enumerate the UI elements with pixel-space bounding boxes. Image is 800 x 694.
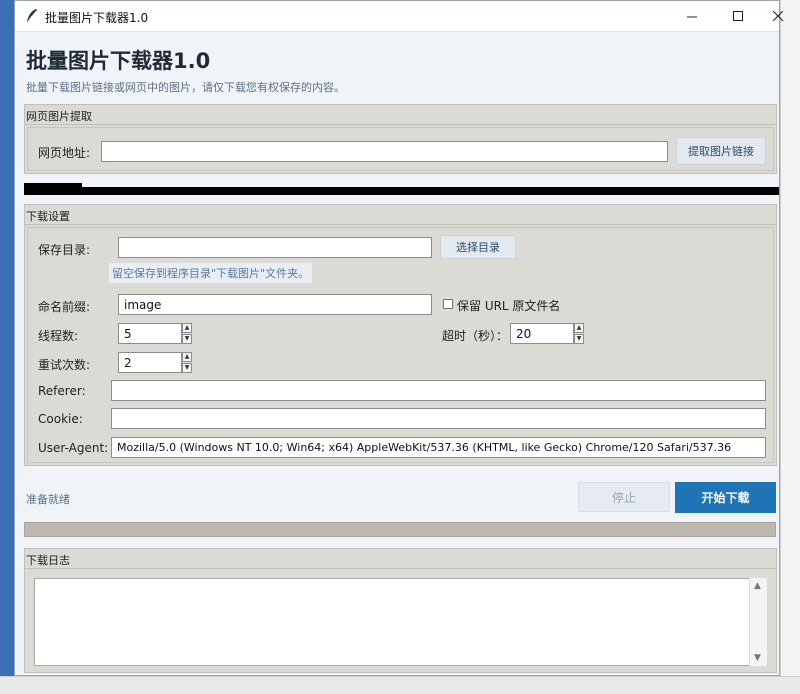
user-agent-input[interactable] — [111, 437, 766, 458]
maximize-icon — [732, 10, 743, 21]
minimize-icon — [686, 16, 697, 17]
extract-links-button[interactable]: 提取图片链接 — [676, 137, 766, 165]
stepper-up-icon: ▲ — [182, 323, 192, 333]
keep-name-label: 保留 URL 原文件名 — [457, 299, 561, 313]
stepper-up-icon: ▲ — [182, 352, 192, 362]
stepper-down-icon: ▼ — [182, 363, 192, 373]
url-label: 网页地址: — [38, 146, 91, 160]
prefix-input[interactable] — [118, 294, 432, 315]
threads-stepper[interactable]: ▲ ▼ — [182, 323, 192, 344]
stepper-down-icon: ▼ — [182, 334, 192, 344]
cookie-label: Cookie: — [38, 412, 83, 426]
stepper-down-icon: ▼ — [574, 334, 584, 344]
settings-group: 下载设置 保存目录: 选择目录 留空保存到程序目录"下载图片"文件夹。 命名前缀… — [24, 204, 777, 466]
timeout-stepper[interactable]: ▲ ▼ — [574, 323, 584, 344]
title-bar: 批量图片下载器1.0 — [15, 1, 783, 32]
settings-group-title: 下载设置 — [25, 205, 776, 225]
retries-spinbox[interactable] — [118, 352, 182, 373]
download-progress-bar — [24, 522, 776, 537]
user-agent-label: User-Agent: — [38, 441, 109, 455]
save-dir-hint: 留空保存到程序目录"下载图片"文件夹。 — [109, 263, 313, 283]
threads-label: 线程数: — [38, 329, 79, 343]
referer-label: Referer: — [38, 384, 86, 398]
url-input[interactable] — [101, 141, 668, 162]
save-dir-label: 保存目录: — [38, 243, 91, 257]
referer-input[interactable] — [111, 380, 766, 401]
retries-stepper[interactable]: ▲ ▼ — [182, 352, 192, 373]
log-group-title: 下载日志 — [25, 549, 776, 569]
close-button[interactable] — [755, 1, 800, 31]
timeout-spinbox[interactable] — [510, 323, 574, 344]
cookie-input[interactable] — [111, 408, 766, 429]
retries-label: 重试次数: — [38, 358, 91, 372]
window-title: 批量图片下载器1.0 — [45, 11, 149, 25]
extract-group: 网页图片提取 网页地址: 提取图片链接 — [24, 104, 777, 174]
page-title: 批量图片下载器1.0 — [26, 49, 211, 73]
extract-group-title: 网页图片提取 — [25, 105, 776, 125]
prefix-label: 命名前缀: — [38, 300, 91, 314]
desktop-taskbar-area — [0, 676, 800, 694]
desktop-background-right — [780, 0, 800, 693]
separator-bar — [24, 187, 779, 195]
feather-app-icon — [26, 9, 37, 24]
app-window: 批量图片下载器1.0 批量图片下载器1.0 批量下载图片链接或网页中的图片，请仅… — [14, 0, 783, 676]
start-download-button[interactable]: 开始下载 — [675, 482, 776, 513]
status-text: 准备就绪 — [26, 493, 70, 506]
choose-dir-button[interactable]: 选择目录 — [440, 235, 516, 259]
page-subtitle: 批量下载图片链接或网页中的图片，请仅下载您有权保存的内容。 — [26, 81, 345, 94]
save-dir-input[interactable] — [118, 237, 432, 258]
minimize-button[interactable] — [669, 1, 715, 31]
threads-spinbox[interactable] — [118, 323, 182, 344]
log-textarea[interactable] — [34, 578, 767, 666]
stop-button[interactable]: 停止 — [578, 482, 670, 512]
stepper-up-icon: ▲ — [574, 323, 584, 333]
desktop-background-left — [0, 0, 14, 693]
close-icon — [772, 10, 783, 21]
timeout-label: 超时（秒）： — [442, 329, 509, 343]
scroll-up-icon: ▲ — [754, 581, 761, 591]
scroll-down-icon: ▼ — [754, 653, 761, 663]
log-scrollbar[interactable]: ▲ ▼ — [749, 578, 767, 666]
keep-name-checkbox[interactable] — [443, 299, 453, 309]
